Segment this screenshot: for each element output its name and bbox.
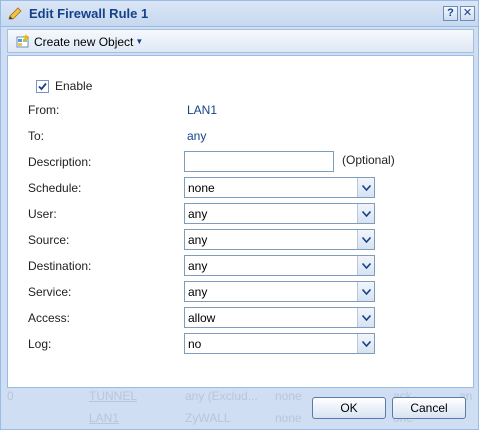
access-select[interactable]: allow — [184, 307, 375, 328]
schedule-label: Schedule: — [28, 181, 82, 195]
chevron-down-icon[interactable] — [357, 308, 374, 327]
create-new-object-button[interactable]: Create new Object ▼ — [12, 32, 147, 51]
source-selected-value: any — [188, 233, 208, 247]
chevron-down-icon: ▼ — [135, 37, 144, 46]
chevron-down-icon[interactable] — [357, 178, 374, 197]
background-cell: TUNNEL — [89, 389, 138, 403]
background-cell: none — [275, 389, 302, 403]
from-label: From: — [28, 103, 60, 117]
log-label: Log: — [28, 337, 52, 351]
from-value: LAN1 — [187, 103, 218, 117]
chevron-down-icon[interactable] — [357, 230, 374, 249]
service-select[interactable]: any — [184, 281, 375, 302]
cancel-button[interactable]: Cancel — [392, 397, 466, 419]
destination-label: Destination: — [28, 259, 92, 273]
chevron-down-icon[interactable] — [357, 256, 374, 275]
source-label: Source: — [28, 233, 70, 247]
access-label: Access: — [28, 311, 71, 325]
ok-button[interactable]: OK — [312, 397, 386, 419]
user-select[interactable]: any — [184, 203, 375, 224]
service-label: Service: — [28, 285, 72, 299]
log-select[interactable]: no — [184, 333, 375, 354]
create-new-object-label: Create new Object — [34, 34, 134, 49]
user-selected-value: any — [188, 207, 208, 221]
chevron-down-icon[interactable] — [357, 282, 374, 301]
log-selected-value: no — [188, 337, 202, 351]
help-button[interactable]: ? — [443, 6, 458, 21]
description-input[interactable] — [184, 151, 334, 172]
service-selected-value: any — [188, 285, 208, 299]
description-label: Description: — [28, 155, 92, 169]
enable-label: Enable — [55, 79, 93, 93]
edit-firewall-rule-dialog: Edit Firewall Rule 1 ? ✕ Create new Obje… — [0, 0, 479, 430]
schedule-selected-value: none — [188, 181, 215, 195]
dialog-title: Edit Firewall Rule 1 — [29, 6, 149, 21]
to-value: any — [187, 129, 207, 143]
close-button[interactable]: ✕ — [460, 6, 475, 21]
toolbar: Create new Object ▼ — [7, 29, 474, 53]
background-cell: 0 — [7, 389, 14, 403]
new-object-icon — [16, 34, 29, 48]
chevron-down-icon[interactable] — [357, 204, 374, 223]
check-icon — [38, 82, 47, 91]
title-bar[interactable]: Edit Firewall Rule 1 ? ✕ — [1, 1, 478, 27]
destination-select[interactable]: any — [184, 255, 375, 276]
chevron-down-icon[interactable] — [357, 334, 374, 353]
enable-checkbox[interactable] — [36, 80, 49, 93]
user-label: User: — [28, 207, 57, 221]
access-selected-value: allow — [188, 311, 216, 325]
destination-selected-value: any — [188, 259, 208, 273]
background-cell: none — [275, 411, 302, 425]
to-label: To: — [28, 129, 45, 143]
optional-hint: (Optional) — [342, 153, 395, 167]
background-cell: LAN1 — [89, 411, 120, 425]
background-cell: any (Exclud... — [185, 389, 258, 403]
background-cell: ZyWALL — [185, 411, 231, 425]
source-select[interactable]: any — [184, 229, 375, 250]
schedule-select[interactable]: none — [184, 177, 375, 198]
edit-pencil-icon — [8, 7, 22, 20]
